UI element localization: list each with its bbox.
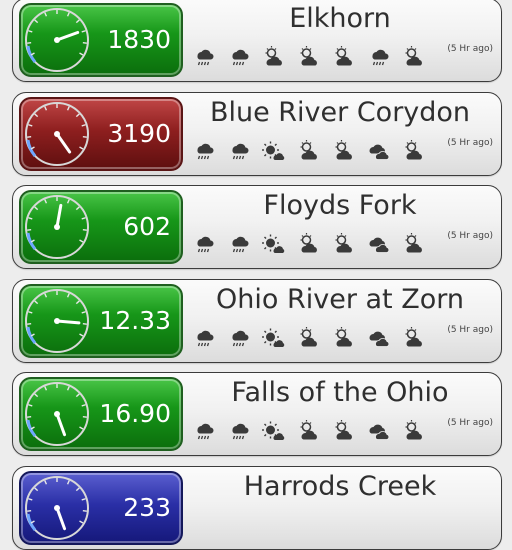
gauge-reading: 233 (123, 473, 171, 543)
rain-icon (191, 232, 216, 254)
rain-icon (226, 326, 251, 348)
cloudy-icon (366, 419, 391, 441)
cloudy-icon (366, 326, 391, 348)
partly-cloudy-icon (261, 45, 286, 67)
gauge-card[interactable]: 16.90 Falls of the Ohio (5 Hr ago) (12, 372, 502, 456)
partly-cloudy-icon (401, 326, 426, 348)
rain-icon (191, 139, 216, 161)
updated-time: (5 Hr ago) (447, 231, 493, 241)
forecast-row (191, 43, 426, 69)
gauge-reading-badge: 16.90 (19, 377, 183, 451)
dial-gauge-icon (23, 6, 91, 74)
partly-cloudy-icon (331, 139, 356, 161)
rain-icon (226, 232, 251, 254)
partly-cloudy-icon (401, 45, 426, 67)
dial-gauge-icon (23, 474, 91, 542)
gauge-reading-badge: 12.33 (19, 284, 183, 358)
cloudy-icon (366, 232, 391, 254)
partly-cloudy-icon (296, 45, 321, 67)
partly-cloudy-icon (296, 139, 321, 161)
gauge-reading-badge: 1830 (19, 3, 183, 77)
partly-cloudy-icon (331, 232, 356, 254)
gauge-reading: 1830 (107, 5, 171, 75)
gauge-card[interactable]: 1830 Elkhorn (5 Hr ago) (12, 0, 502, 82)
gauge-name: Floyds Fork (189, 190, 491, 221)
dial-gauge-icon (23, 287, 91, 355)
forecast-row (191, 324, 426, 350)
gauge-name: Elkhorn (189, 3, 491, 34)
gauge-reading-badge: 3190 (19, 97, 183, 171)
updated-time: (5 Hr ago) (447, 138, 493, 148)
gauge-reading: 602 (123, 192, 171, 262)
partly-cloudy-icon (331, 45, 356, 67)
gauge-name: Harrods Creek (189, 471, 491, 502)
forecast-row (191, 137, 426, 163)
partly-cloudy-icon (331, 326, 356, 348)
dial-gauge-icon (23, 380, 91, 448)
forecast-row (191, 230, 426, 256)
rain-icon (226, 139, 251, 161)
partly-cloudy-icon (401, 232, 426, 254)
gauge-card[interactable]: 3190 Blue River Corydon (5 Hr ago) (12, 92, 502, 176)
partly-cloudy-icon (296, 419, 321, 441)
rain-icon (191, 326, 216, 348)
cloudy-icon (366, 139, 391, 161)
gauge-card[interactable]: 602 Floyds Fork (5 Hr ago) (12, 185, 502, 269)
gauge-card[interactable]: 12.33 Ohio River at Zorn (5 Hr ago) (12, 279, 502, 363)
sunny-icon (261, 232, 286, 254)
sunny-icon (261, 326, 286, 348)
dial-gauge-icon (23, 100, 91, 168)
dial-gauge-icon (23, 193, 91, 261)
gauge-reading: 16.90 (99, 379, 171, 449)
rain-icon (191, 45, 216, 67)
gauge-name: Blue River Corydon (189, 97, 491, 128)
rain-icon (226, 419, 251, 441)
forecast-row (191, 417, 426, 443)
gauge-reading: 3190 (107, 99, 171, 169)
sunny-icon (261, 139, 286, 161)
gauge-reading-badge: 602 (19, 190, 183, 264)
partly-cloudy-icon (331, 419, 356, 441)
updated-time: (5 Hr ago) (447, 325, 493, 335)
partly-cloudy-icon (401, 419, 426, 441)
gauge-card[interactable]: 233 Harrods Creek (12, 466, 502, 550)
rain-icon (226, 45, 251, 67)
updated-time: (5 Hr ago) (447, 44, 493, 54)
rain-icon (366, 45, 391, 67)
gauge-name: Falls of the Ohio (189, 377, 491, 408)
updated-time: (5 Hr ago) (447, 418, 493, 428)
gauge-name: Ohio River at Zorn (189, 284, 491, 315)
sunny-icon (261, 419, 286, 441)
partly-cloudy-icon (296, 232, 321, 254)
partly-cloudy-icon (401, 139, 426, 161)
partly-cloudy-icon (296, 326, 321, 348)
gauge-reading-badge: 233 (19, 471, 183, 545)
gauge-reading: 12.33 (99, 286, 171, 356)
rain-icon (191, 419, 216, 441)
